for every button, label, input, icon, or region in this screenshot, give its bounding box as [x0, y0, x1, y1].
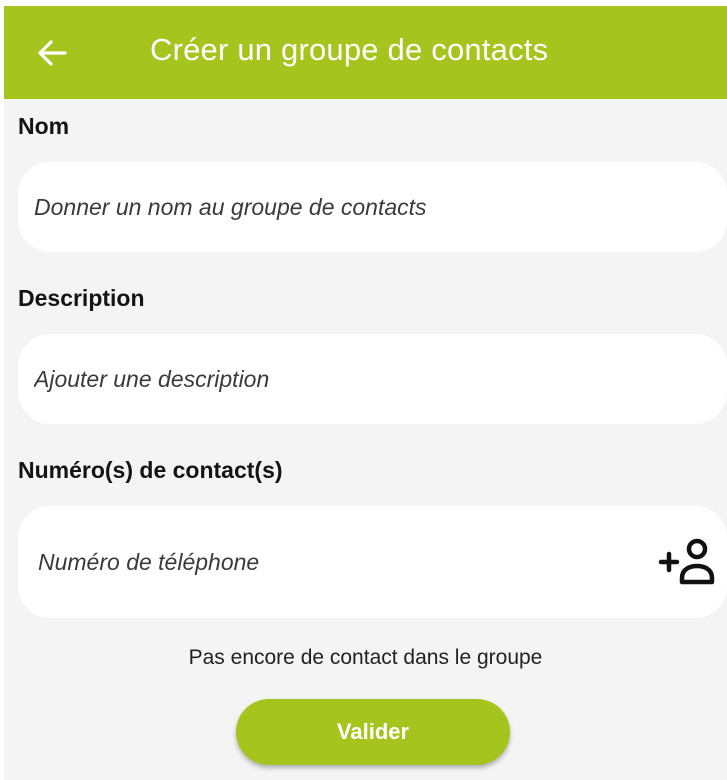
app-frame: Créer un groupe de contacts Nom Descript… [0, 0, 727, 780]
contacts-label: Numéro(s) de contact(s) [18, 457, 283, 483]
phone-input[interactable] [38, 506, 598, 618]
description-label: Description [18, 285, 145, 311]
name-field[interactable] [18, 162, 727, 252]
add-person-icon [658, 538, 715, 585]
name-input[interactable] [34, 162, 634, 252]
validate-button[interactable]: Valider [236, 699, 510, 765]
empty-contacts-message: Pas encore de contact dans le groupe [188, 646, 543, 669]
arrow-left-icon [38, 40, 67, 66]
description-input[interactable] [34, 334, 634, 424]
create-contact-group-screen: Créer un groupe de contacts Nom Descript… [4, 6, 727, 780]
name-label: Nom [18, 113, 70, 139]
description-field[interactable] [18, 334, 727, 424]
phone-field[interactable] [18, 506, 727, 618]
app-bar: Créer un groupe de contacts [4, 6, 727, 99]
add-contact-button[interactable] [657, 538, 719, 588]
back-button[interactable] [32, 33, 72, 73]
page-title: Créer un groupe de contacts [150, 32, 549, 67]
